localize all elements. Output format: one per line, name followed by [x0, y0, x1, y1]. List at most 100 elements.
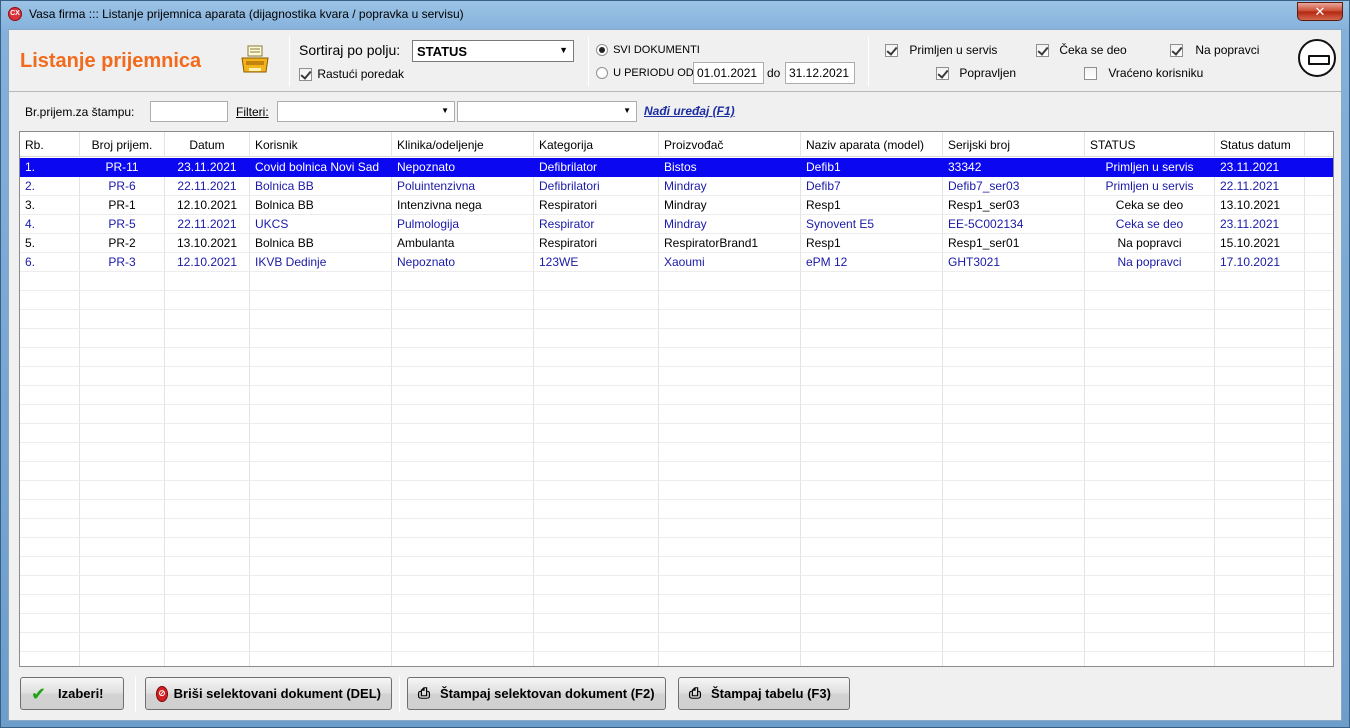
table-cell — [1215, 595, 1305, 614]
empty-row[interactable] — [20, 405, 1333, 424]
all-docs-option[interactable]: SVI DOKUMENTI — [596, 44, 700, 57]
period-radio[interactable] — [596, 67, 608, 80]
table-row[interactable]: 3. PR-1 12.10.2021 Bolnica BB Intenzivna neg… — [20, 196, 1333, 215]
table-cell — [943, 538, 1085, 557]
table-cell: Defibrilatori — [534, 177, 659, 196]
table-cell — [165, 614, 250, 633]
empty-row[interactable] — [20, 481, 1333, 500]
table-row[interactable]: 2. PR-6 22.11.2021 Bolnica BB Poluintenzivna… — [20, 177, 1333, 196]
table-cell — [1085, 500, 1215, 519]
exit-button[interactable] — [1298, 39, 1336, 77]
popravljen-checkbox[interactable] — [936, 67, 949, 81]
table-cell: Ambulanta — [392, 234, 534, 253]
na-popravci-checkbox[interactable] — [1170, 44, 1183, 58]
all-docs-radio[interactable] — [596, 44, 608, 57]
empty-row[interactable] — [20, 633, 1333, 652]
empty-row[interactable] — [20, 576, 1333, 595]
close-window-button[interactable]: ✕ — [1297, 2, 1343, 21]
empty-row[interactable] — [20, 310, 1333, 329]
ascending-option[interactable]: Rastući poredak — [299, 67, 404, 82]
delete-document-button[interactable]: ⊘ Briši selektovani dokument (DEL) — [145, 677, 392, 710]
print-number-input[interactable] — [150, 101, 228, 122]
filter-vraceno[interactable]: Vraćeno korisniku — [1084, 66, 1203, 81]
empty-row[interactable] — [20, 595, 1333, 614]
column-header[interactable]: Serijski broj — [943, 132, 1085, 157]
table-cell — [1085, 291, 1215, 310]
column-header[interactable]: Rb. — [20, 132, 80, 157]
empty-row[interactable] — [20, 538, 1333, 557]
table-cell-spacer — [1305, 253, 1333, 272]
empty-row[interactable] — [20, 519, 1333, 538]
column-header[interactable]: Korisnik — [250, 132, 392, 157]
table-cell — [943, 652, 1085, 666]
table-cell — [534, 386, 659, 405]
table-row[interactable]: 4. PR-5 22.11.2021 UKCS Pulmologija Respirato… — [20, 215, 1333, 234]
table-cell: Bolnica BB — [250, 177, 392, 196]
filter-ceka[interactable]: Čeka se deo — [1036, 43, 1127, 58]
table-cell — [392, 538, 534, 557]
filter-combo-1[interactable]: ▼ — [277, 101, 455, 122]
empty-row[interactable] — [20, 500, 1333, 519]
title-bar[interactable]: CX Vasa firma ::: Listanje prijemnica ap… — [1, 1, 1349, 27]
delete-button-label: Briši selektovani dokument (DEL) — [173, 686, 381, 701]
empty-row[interactable] — [20, 424, 1333, 443]
empty-row[interactable] — [20, 652, 1333, 666]
ascending-checkbox[interactable] — [299, 68, 312, 82]
filter-primljen[interactable]: Primljen u servis — [885, 43, 997, 58]
ceka-checkbox[interactable] — [1036, 44, 1049, 58]
column-header[interactable]: Proizvođač — [659, 132, 801, 157]
table-cell-spacer — [1305, 215, 1333, 234]
empty-row[interactable] — [20, 443, 1333, 462]
column-header[interactable]: Klinika/odeljenje — [392, 132, 534, 157]
table-cell — [801, 424, 943, 443]
table-row[interactable]: 5. PR-2 13.10.2021 Bolnica BB Ambulanta Respi… — [20, 234, 1333, 253]
table-cell — [392, 348, 534, 367]
empty-row[interactable] — [20, 291, 1333, 310]
table-cell — [1215, 652, 1305, 666]
sort-field-select[interactable]: STATUS ▼ — [412, 40, 574, 62]
vraceno-checkbox[interactable] — [1084, 67, 1097, 81]
table-cell — [943, 329, 1085, 348]
table-cell — [534, 462, 659, 481]
table-cell — [659, 386, 801, 405]
column-header[interactable]: Broj prijem. — [80, 132, 165, 157]
table-row[interactable]: 1. PR-11 23.11.2021 Covid bolnica Novi Sad N… — [20, 158, 1333, 177]
table-cell — [250, 424, 392, 443]
column-header[interactable]: STATUS — [1085, 132, 1215, 157]
print-table-button[interactable]: ⎙ Štampaj tabelu (F3) — [678, 677, 850, 710]
column-header[interactable]: Status datum — [1215, 132, 1305, 157]
period-option[interactable]: U PERIODU OD: — [596, 67, 697, 80]
date-to-input[interactable]: 31.12.2021 — [785, 62, 855, 84]
table-cell — [165, 310, 250, 329]
table-cell-spacer — [1305, 272, 1333, 291]
column-header[interactable]: Naziv aparata (model) — [801, 132, 943, 157]
filter-na-popravci[interactable]: Na popravci — [1170, 43, 1259, 58]
column-header[interactable]: Datum — [165, 132, 250, 157]
table-cell — [80, 272, 165, 291]
printer-icon: ⎙ — [689, 684, 702, 702]
find-device-link[interactable]: Nađi uređaj (F1) — [644, 104, 735, 118]
empty-row[interactable] — [20, 462, 1333, 481]
filter-popravljen[interactable]: Popravljen — [936, 66, 1016, 81]
empty-row[interactable] — [20, 614, 1333, 633]
empty-row[interactable] — [20, 557, 1333, 576]
empty-row[interactable] — [20, 272, 1333, 291]
table-cell — [801, 329, 943, 348]
empty-row[interactable] — [20, 386, 1333, 405]
table-cell — [659, 348, 801, 367]
filter-combo-2[interactable]: ▼ — [457, 101, 637, 122]
table-cell — [659, 462, 801, 481]
primljen-checkbox[interactable] — [885, 44, 898, 58]
choose-button[interactable]: ✔ Izaberi! — [20, 677, 124, 710]
table-row[interactable]: 6. PR-3 12.10.2021 IKVB Dedinje Nepoznato 123… — [20, 253, 1333, 272]
column-header[interactable]: Kategorija — [534, 132, 659, 157]
empty-row[interactable] — [20, 367, 1333, 386]
print-document-button[interactable]: ⎙ Štampaj selektovan dokument (F2) — [407, 677, 666, 710]
documents-table[interactable]: Rb. Broj prijem. Datum Korisnik Klinika/… — [19, 131, 1334, 667]
table-cell — [80, 595, 165, 614]
table-cell — [20, 386, 80, 405]
table-cell — [20, 424, 80, 443]
empty-row[interactable] — [20, 348, 1333, 367]
date-from-input[interactable]: 01.01.2021 — [693, 62, 764, 84]
empty-row[interactable] — [20, 329, 1333, 348]
